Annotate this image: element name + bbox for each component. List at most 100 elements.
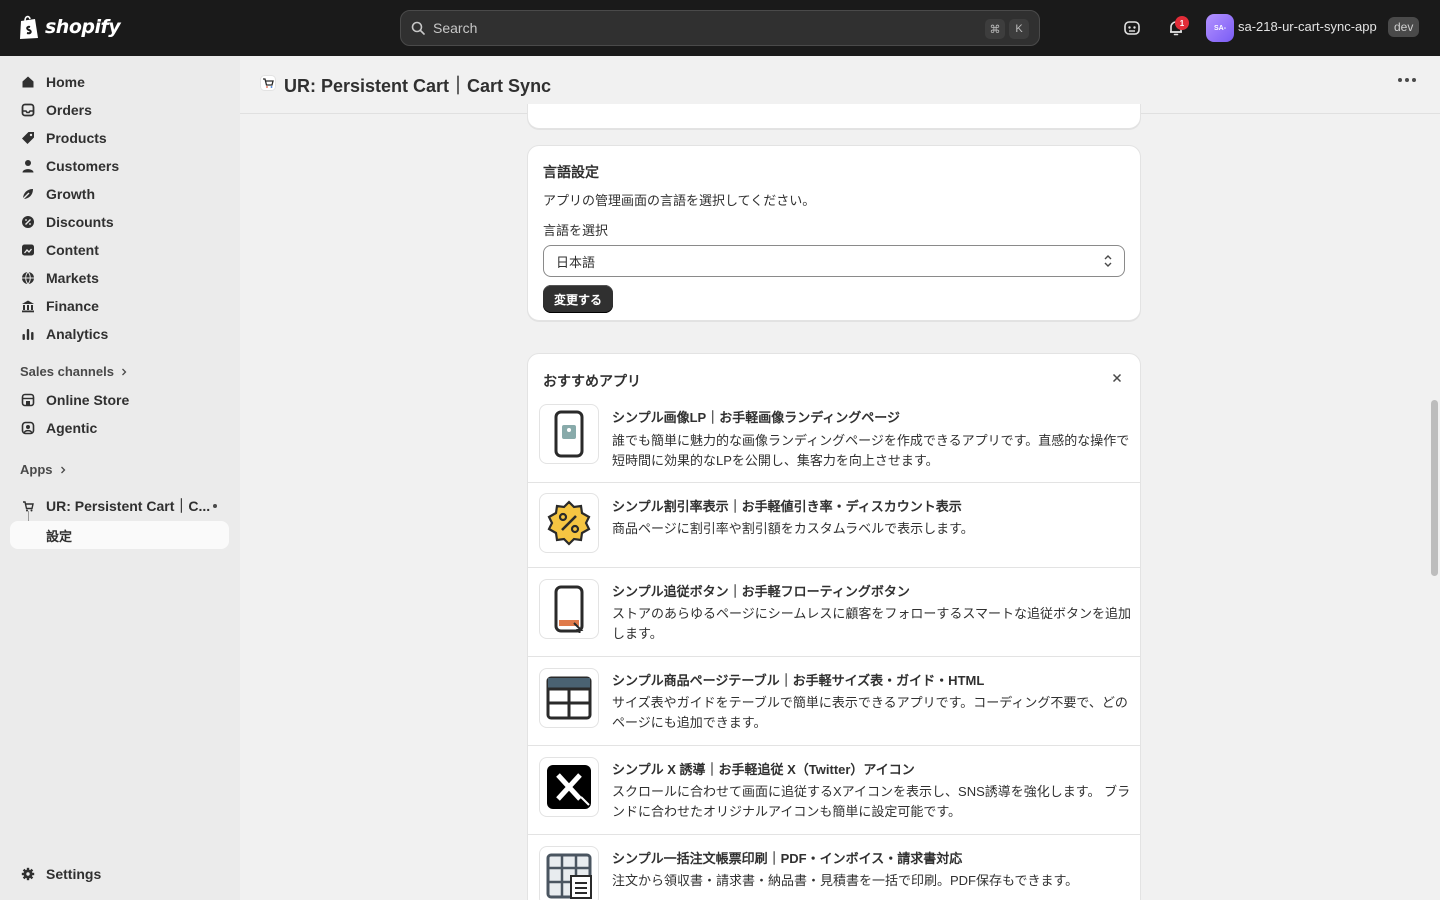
sidebar-item-label: UR: Persistent Cart｜C... — [46, 498, 211, 514]
phone-image-icon — [539, 404, 599, 464]
app-description: スクロールに合わせて画面に追従するXアイコンを表示し、SNS誘導を強化します。 … — [612, 784, 1131, 819]
change-language-button[interactable]: 変更する — [543, 285, 614, 313]
sidebar-item-label: Orders — [46, 102, 92, 118]
sidebar-item-finance[interactable]: Finance — [10, 292, 229, 320]
chevron-right-icon — [59, 462, 67, 477]
home-icon — [20, 74, 36, 90]
app-description: 誰でも簡単に魅力的な画像ランディングページを作成できるアプリです。直感的な操作で… — [612, 433, 1130, 468]
sidebar-item-label: Products — [46, 130, 107, 146]
sidebar-item-growth[interactable]: Growth — [10, 180, 229, 208]
sidebar-item-markets[interactable]: Markets — [10, 264, 229, 292]
language-select[interactable]: 日本語 — [543, 245, 1125, 277]
globe-icon — [20, 270, 36, 286]
close-icon[interactable] — [1112, 371, 1122, 386]
sidebar-item-discounts[interactable]: Discounts — [10, 208, 229, 236]
more-actions-icon[interactable] — [1398, 78, 1416, 82]
shortcut-cmd-key: ⌘ — [985, 19, 1005, 39]
app-name: シンプル X 誘導｜お手軽追従 X（Twitter）アイコン — [612, 762, 915, 777]
notification-badge: 1 — [1175, 16, 1189, 30]
sidebar-item-label: Home — [46, 74, 85, 90]
shopify-bag-icon — [20, 15, 38, 39]
shopify-logo[interactable]: shopify — [18, 14, 121, 40]
sidebar-item-app-persistent-cart[interactable]: UR: Persistent Cart｜C... — [10, 492, 229, 520]
sidebar-item-products[interactable]: Products — [10, 124, 229, 152]
app-description: 商品ページに割引率や割引額をカスタムラベルで表示します。 — [612, 521, 974, 536]
shortcut-k-key: K — [1009, 19, 1029, 39]
invoice-print-icon — [539, 846, 599, 900]
main-content: UR: Persistent Cart｜Cart Sync 言語設定 アプリの管… — [240, 56, 1440, 900]
gear-icon — [20, 866, 36, 882]
top-bar: shopify Search ⌘ K 1 SA- sa-218-ur-cart-… — [0, 0, 1440, 56]
content-icon — [20, 242, 36, 258]
list-item[interactable]: シンプル X 誘導｜お手軽追従 X（Twitter）アイコン スクロールに合わせ… — [528, 746, 1140, 835]
sidebar-item-customers[interactable]: Customers — [10, 152, 229, 180]
app-name: シンプル追従ボタン｜お手軽フローティングボタン — [612, 584, 910, 599]
sidebar-item-label: Analytics — [46, 326, 109, 342]
previous-card-bottom — [527, 104, 1141, 129]
apps-label: Apps — [20, 462, 53, 477]
list-item[interactable]: シンプル追従ボタン｜お手軽フローティングボタン ストアのあらゆるページにシームレ… — [528, 568, 1140, 657]
sidebar-item-label: Agentic — [46, 420, 98, 436]
list-item[interactable]: シンプル割引率表示｜お手軽値引き率・ディスカウント表示 商品ページに割引率や割引… — [528, 483, 1140, 568]
sidebar-subitem-settings[interactable]: 設定 — [10, 521, 229, 549]
store-name[interactable]: sa-218-ur-cart-sync-app — [1238, 19, 1377, 34]
recommended-apps-card: おすすめアプリ シンプル画像LP｜お手軽画像ランディングページ 誰でも簡単に魅力… — [527, 353, 1141, 900]
sidebar-subitem-label: 設定 — [46, 528, 73, 544]
language-settings-card: 言語設定 アプリの管理画面の言語を選択してください。 言語を選択 日本語 変更す… — [527, 145, 1141, 321]
sidebar-item-agentic[interactable]: Agentic — [10, 414, 229, 442]
chevron-right-icon — [120, 364, 128, 379]
sidebar-item-label: Settings — [46, 866, 102, 882]
sidebar-item-label: Content — [46, 242, 99, 258]
store-icon — [20, 392, 36, 408]
sidebar-item-label: Finance — [46, 298, 99, 314]
app-description: ストアのあらゆるページにシームレスに顧客をフォローするスマートな追従ボタンを追加… — [612, 606, 1131, 641]
list-item[interactable]: シンプル一括注文帳票印刷｜PDF・インボイス・請求書対応 注文から領収書・請求書… — [528, 835, 1140, 900]
list-item[interactable]: シンプル商品ページテーブル｜お手軽サイズ表・ガイド・HTML サイズ表やガイドを… — [528, 657, 1140, 746]
search-icon — [411, 21, 425, 35]
sidebar-item-settings[interactable]: Settings — [10, 860, 229, 888]
sidebar-item-online-store[interactable]: Online Store — [10, 386, 229, 414]
sidebar-item-label: Markets — [46, 270, 99, 286]
avatar[interactable]: SA- — [1206, 14, 1234, 42]
sales-channels-header[interactable]: Sales channels — [20, 364, 128, 379]
app-name: シンプル画像LP｜お手軽画像ランディングページ — [612, 410, 901, 425]
app-name: シンプル割引率表示｜お手軽値引き率・ディスカウント表示 — [612, 499, 962, 514]
language-card-title: 言語設定 — [543, 164, 599, 180]
sidekick-icon[interactable] — [1120, 16, 1144, 40]
app-name: シンプル一括注文帳票印刷｜PDF・インボイス・請求書対応 — [612, 851, 963, 866]
app-logo-icon — [260, 75, 276, 94]
sidebar: Home Orders Products Customers Growth Di… — [0, 56, 240, 900]
language-select-value: 日本語 — [556, 254, 596, 270]
select-caret-icon — [1102, 254, 1114, 271]
sidebar-item-label: Discounts — [46, 214, 114, 230]
sidebar-item-label: Growth — [46, 186, 95, 202]
page-scrollbar[interactable] — [1431, 400, 1438, 576]
sidebar-item-home[interactable]: Home — [10, 68, 229, 96]
sidebar-item-orders[interactable]: Orders — [10, 96, 229, 124]
sidebar-item-content[interactable]: Content — [10, 236, 229, 264]
env-badge: dev — [1388, 17, 1420, 37]
sidebar-item-analytics[interactable]: Analytics — [10, 320, 229, 348]
language-select-label: 言語を選択 — [543, 223, 609, 238]
discount-badge-icon — [539, 493, 599, 553]
person-icon — [20, 158, 36, 174]
language-card-description: アプリの管理画面の言語を選択してください。 — [543, 193, 816, 208]
bank-icon — [20, 298, 36, 314]
list-item[interactable]: シンプル画像LP｜お手軽画像ランディングページ 誰でも簡単に魅力的な画像ランディ… — [528, 396, 1140, 483]
search-bar[interactable]: Search ⌘ K — [400, 10, 1040, 46]
apps-header[interactable]: Apps — [20, 462, 67, 477]
search-placeholder: Search — [433, 20, 478, 36]
sidebar-item-label: Online Store — [46, 392, 130, 408]
phone-floating-button-icon — [539, 579, 599, 639]
app-description: 注文から領収書・請求書・納品書・見積書を一括で印刷。PDF保存もできます。 — [612, 873, 1079, 888]
inbox-icon — [20, 102, 36, 118]
x-logo-icon — [539, 757, 599, 817]
logo-text: shopify — [45, 16, 121, 38]
app-name: シンプル商品ページテーブル｜お手軽サイズ表・ガイド・HTML — [612, 673, 985, 688]
chart-icon — [20, 326, 36, 342]
app-description: サイズ表やガイドをテーブルで簡単に表示できるアプリです。コーディング不要で、どの… — [612, 695, 1128, 730]
sidebar-item-label: Customers — [46, 158, 120, 174]
page-title: UR: Persistent Cart｜Cart Sync — [284, 75, 552, 96]
agentic-icon — [20, 420, 36, 436]
pin-dot-icon — [213, 504, 217, 508]
